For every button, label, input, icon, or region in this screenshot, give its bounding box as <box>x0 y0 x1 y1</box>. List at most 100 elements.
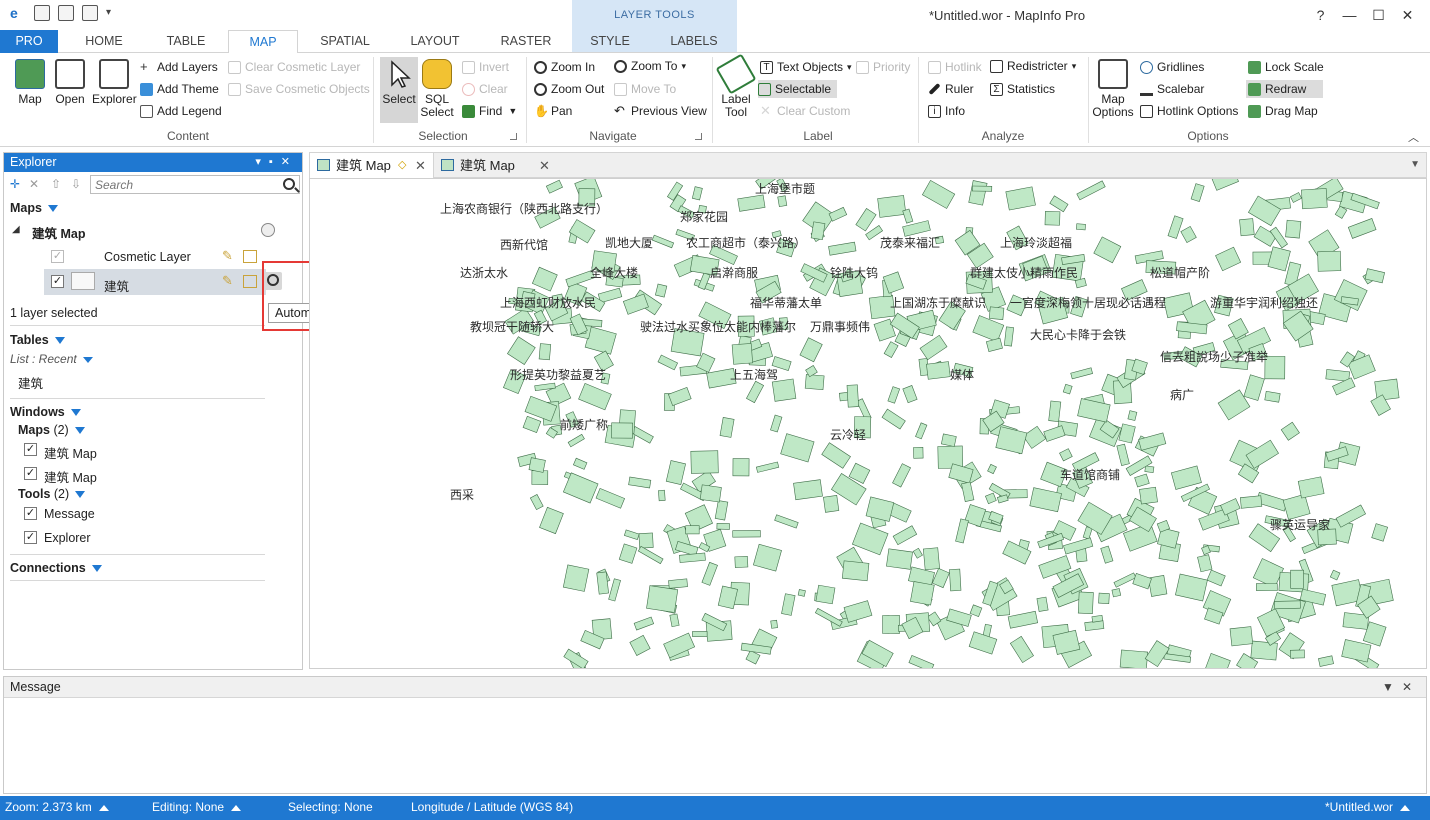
building-footprint[interactable] <box>1127 410 1138 421</box>
map-tab-1[interactable]: 建筑 Map ◇ ✕ <box>310 153 434 178</box>
building-footprint[interactable] <box>1274 600 1301 610</box>
building-footprint[interactable] <box>731 343 753 365</box>
building-footprint[interactable] <box>669 613 680 628</box>
building-footprint[interactable] <box>804 374 825 391</box>
building-footprint[interactable] <box>539 506 564 535</box>
close-tab-icon[interactable]: ✕ <box>539 153 550 178</box>
building-footprint[interactable] <box>699 484 722 503</box>
map-button[interactable]: Map <box>12 59 48 106</box>
building-footprint[interactable] <box>1206 569 1226 587</box>
building-footprint[interactable] <box>972 185 993 192</box>
building-footprint[interactable] <box>821 442 851 469</box>
add-layers-button[interactable]: + Add Layers <box>140 58 218 76</box>
cosmetic-layer-checkbox[interactable]: ✓ <box>51 250 64 263</box>
building-footprint[interactable] <box>955 518 969 544</box>
map-options-button[interactable]: Map Options <box>1090 59 1136 119</box>
building-footprint[interactable] <box>841 560 870 582</box>
building-footprint[interactable] <box>855 207 877 232</box>
building-footprint[interactable] <box>1070 367 1093 380</box>
building-footprint[interactable] <box>507 336 536 365</box>
building-footprint[interactable] <box>1139 486 1158 505</box>
layer-style-swatch[interactable] <box>71 272 95 290</box>
selectable-button[interactable]: Selectable <box>758 80 838 98</box>
save-workspace-icon[interactable] <box>58 5 74 21</box>
tab-table[interactable]: TABLE <box>150 30 222 53</box>
selectable-layer-icon[interactable] <box>243 250 257 263</box>
map-window-2-label[interactable]: 建筑 Map <box>44 467 97 486</box>
layer-name[interactable]: 建筑 <box>104 276 129 295</box>
tab-home[interactable]: HOME <box>68 30 140 53</box>
clear-custom-button[interactable]: ✕ Clear Custom <box>760 102 850 120</box>
maps-subsection[interactable]: Maps (2) <box>18 423 85 437</box>
building-footprint[interactable] <box>969 604 983 618</box>
building-footprint[interactable] <box>921 179 956 209</box>
maps-section-heading[interactable]: Maps <box>10 201 58 215</box>
building-footprint[interactable] <box>881 408 906 430</box>
building-footprint[interactable] <box>1113 572 1137 588</box>
collapse-ribbon-icon[interactable]: ︿ <box>1408 129 1419 145</box>
tab-labels[interactable]: LABELS <box>660 30 728 53</box>
hotlink-options-button[interactable]: Hotlink Options <box>1140 102 1238 120</box>
building-footprint[interactable] <box>595 488 626 509</box>
move-down-icon[interactable]: ⇩ <box>70 178 82 190</box>
priority-button[interactable]: Priority <box>856 58 910 76</box>
building-footprint[interactable] <box>545 179 563 194</box>
remove-layer-icon[interactable]: ✕ <box>28 178 40 190</box>
tab-style[interactable]: STYLE <box>578 30 642 53</box>
building-footprint[interactable] <box>887 386 901 404</box>
minimize-button[interactable]: — <box>1335 5 1364 25</box>
map-window-2-checkbox[interactable]: ✓ <box>24 467 37 480</box>
building-footprint[interactable] <box>618 543 638 564</box>
building-footprint[interactable] <box>631 426 654 444</box>
building-footprint[interactable] <box>912 547 923 559</box>
building-footprint[interactable] <box>1329 569 1341 581</box>
building-footprint[interactable] <box>692 631 708 637</box>
building-footprint[interactable] <box>987 463 997 475</box>
zoom-status[interactable]: Zoom: 2.373 km <box>5 796 109 818</box>
building-footprint[interactable] <box>1076 180 1106 201</box>
building-footprint[interactable] <box>1091 614 1104 623</box>
building-footprint[interactable] <box>1003 326 1014 347</box>
cosmetic-layer-label[interactable]: Cosmetic Layer <box>104 250 191 264</box>
building-footprint[interactable] <box>1205 653 1231 668</box>
building-footprint[interactable] <box>770 414 783 433</box>
building-footprint[interactable] <box>1100 545 1114 564</box>
building-footprint[interactable] <box>1290 569 1304 589</box>
building-footprint[interactable] <box>1282 493 1311 521</box>
building-footprint[interactable] <box>843 600 873 623</box>
clear-cosmetic-layer-button[interactable]: Clear Cosmetic Layer <box>228 58 360 76</box>
search-icon[interactable] <box>283 178 295 190</box>
building-footprint[interactable] <box>633 616 655 631</box>
zoom-to-button[interactable]: Zoom To ▾ <box>614 57 686 75</box>
building-footprint[interactable] <box>996 494 1009 504</box>
building-footprint[interactable] <box>732 458 750 477</box>
statistics-button[interactable]: Σ Statistics <box>990 80 1055 98</box>
building-footprint[interactable] <box>1267 246 1291 272</box>
building-footprint[interactable] <box>793 479 823 501</box>
building-footprint[interactable] <box>815 584 836 605</box>
building-footprint[interactable] <box>1049 195 1069 213</box>
building-footprint[interactable] <box>1280 421 1300 441</box>
building-footprint[interactable] <box>732 530 761 538</box>
new-workspace-icon[interactable] <box>34 5 50 21</box>
building-footprint[interactable] <box>995 426 1028 455</box>
search-input[interactable] <box>91 176 276 193</box>
building-footprint[interactable] <box>968 180 988 206</box>
building-footprint[interactable] <box>968 631 998 655</box>
building-footprint[interactable] <box>1043 425 1066 442</box>
drag-map-button[interactable]: Drag Map <box>1248 102 1318 120</box>
building-footprint[interactable] <box>1229 626 1254 647</box>
building-footprint[interactable] <box>665 460 686 485</box>
building-footprint[interactable] <box>919 334 948 361</box>
building-footprint[interactable] <box>797 589 806 597</box>
building-footprint[interactable] <box>716 522 730 530</box>
building-footprint[interactable] <box>1062 383 1073 395</box>
ruler-button[interactable]: Ruler <box>928 80 974 98</box>
scalebar-button[interactable]: Scalebar <box>1140 80 1204 98</box>
invert-button[interactable]: Invert <box>462 58 509 76</box>
map-window-1-checkbox[interactable]: ✓ <box>24 443 37 456</box>
building-footprint[interactable] <box>1301 188 1328 210</box>
building-footprint[interactable] <box>646 585 679 613</box>
building-footprint[interactable] <box>915 422 928 440</box>
label-tool-button[interactable]: Label Tool <box>715 53 757 119</box>
